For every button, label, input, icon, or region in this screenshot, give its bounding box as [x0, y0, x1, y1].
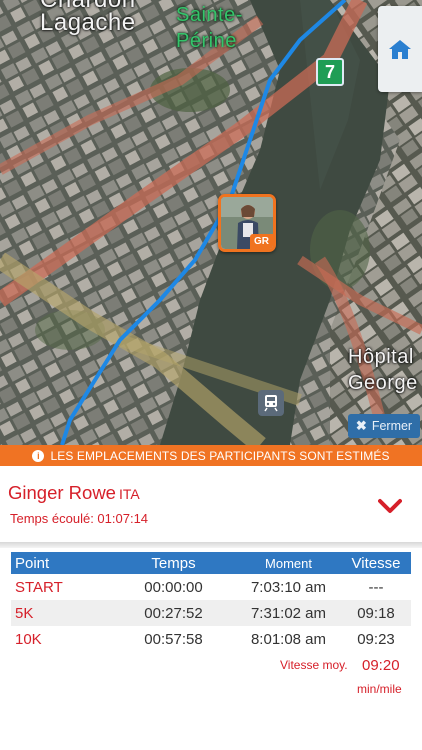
runner-country: ITA: [118, 486, 140, 502]
runner-name: Ginger Rowe: [8, 482, 116, 503]
cell-point: START: [15, 578, 63, 596]
map-label-chardon-lagache: Chardon Lagache: [40, 0, 136, 36]
cell-moment: 7:31:02 am: [250, 604, 327, 622]
splits-table-header: Point Temps Moment Vitesse: [11, 552, 411, 574]
section-divider: [0, 542, 422, 548]
header-point: Point: [15, 554, 50, 572]
average-speed-unit: min/mile: [357, 682, 402, 696]
header-temps: Temps: [151, 554, 196, 572]
map-label-hopital-george: Hôpital George: [348, 346, 418, 394]
header-vitesse: Vitesse: [351, 554, 401, 572]
table-row: 5K 00:27:52 7:31:02 am 09:18: [11, 600, 411, 626]
cell-temps: 00:00:00: [144, 578, 203, 596]
close-icon: ✖: [355, 418, 367, 433]
elapsed-time: Temps écoulé: 01:07:14: [10, 511, 149, 526]
splits-table: Point Temps Moment Vitesse START 00:00:0…: [11, 552, 411, 652]
cell-vitesse: 09:23: [357, 630, 395, 648]
average-speed-value: 09:20: [362, 657, 400, 674]
cell-point: 5K: [15, 604, 34, 622]
runner-location-marker[interactable]: GR: [218, 194, 276, 252]
cell-moment: 8:01:08 am: [250, 630, 327, 648]
train-icon: [258, 390, 284, 416]
cell-point: 10K: [15, 630, 42, 648]
cell-temps: 00:27:52: [144, 604, 203, 622]
cell-vitesse: ---: [368, 578, 384, 596]
map-label-sainte-perine: Sainte- Périne: [176, 4, 243, 52]
chevron-down-icon[interactable]: [378, 498, 402, 514]
close-map-button[interactable]: ✖ Fermer: [348, 414, 420, 438]
table-row: 10K 00:57:58 8:01:08 am 09:23: [11, 626, 411, 652]
estimated-locations-notice: i LES EMPLACEMENTS DES PARTICIPANTS SONT…: [0, 445, 422, 466]
cell-temps: 00:57:58: [144, 630, 203, 648]
table-row: START 00:00:00 7:03:10 am ---: [11, 574, 411, 600]
close-map-label: Fermer: [371, 419, 413, 433]
cell-vitesse: 09:18: [357, 604, 395, 622]
home-icon: [389, 40, 411, 59]
home-button[interactable]: [378, 6, 422, 92]
header-moment: Moment: [265, 555, 312, 571]
map-view[interactable]: Chardon Lagache Sainte- Périne Hôpital G…: [0, 0, 422, 445]
runner-header[interactable]: Ginger Rowe ITA Temps écoulé: 01:07:14: [0, 466, 422, 542]
notice-text: LES EMPLACEMENTS DES PARTICIPANTS SONT E…: [50, 448, 390, 463]
metro-line-badge: 7: [316, 58, 344, 86]
runner-name-line: Ginger Rowe ITA: [8, 482, 140, 504]
info-icon: i: [32, 449, 45, 462]
runner-initials-badge: GR: [250, 234, 273, 249]
average-speed-label: Vitesse moy.: [280, 658, 348, 672]
cell-moment: 7:03:10 am: [250, 578, 327, 596]
